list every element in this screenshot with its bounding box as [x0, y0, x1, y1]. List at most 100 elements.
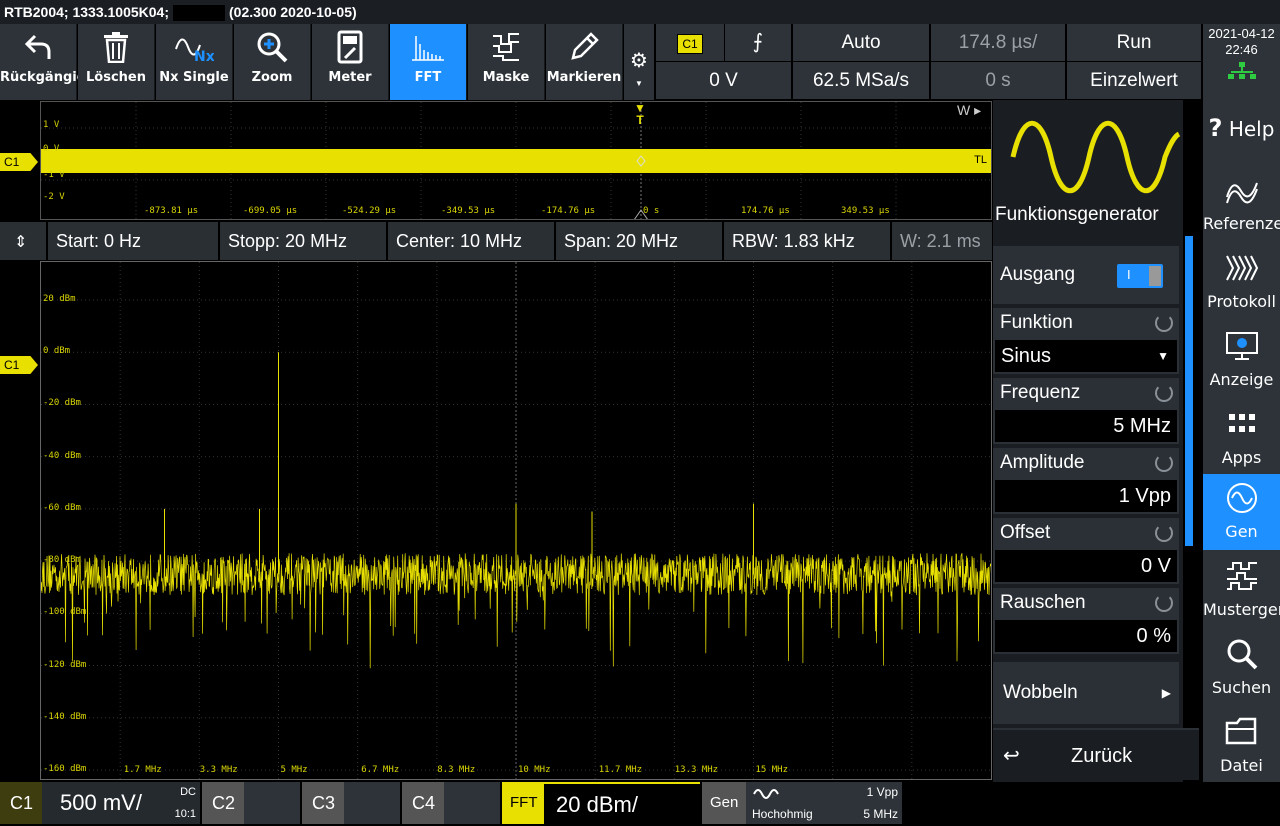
offset-field[interactable]: 0 V	[995, 550, 1177, 582]
delete-button[interactable]: Löschen	[78, 24, 155, 100]
output-toggle[interactable]: I	[1117, 264, 1163, 288]
fft-start[interactable]: Start: 0 Hz	[48, 222, 220, 260]
spectrum-ylabel: -120 dBm	[43, 659, 87, 670]
undo-icon	[24, 34, 51, 59]
fft-rbw[interactable]: RBW: 1.83 kHz	[724, 222, 892, 260]
help-button[interactable]: ? Help	[1203, 100, 1280, 166]
display-button[interactable]: Anzeige	[1203, 322, 1280, 400]
gen-label: Gen	[1225, 522, 1258, 541]
gen-button[interactable]: Gen	[1203, 474, 1280, 550]
noise-row[interactable]: Rauschen 0 %	[993, 588, 1179, 654]
apps-icon	[1228, 414, 1255, 432]
c1-scale[interactable]: 500 mV/ DC 10:1	[42, 782, 200, 824]
mask-button[interactable]: Maske	[468, 24, 545, 100]
amplitude-row[interactable]: Amplitude 1 Vpp	[993, 448, 1179, 514]
pattern-gen-label: Mustergen.	[1203, 600, 1280, 619]
wave-ylabel-m1v: -1 V	[43, 170, 65, 180]
clock-time: 22:46	[1225, 42, 1258, 57]
c2-scale[interactable]	[244, 782, 300, 824]
reset-icon[interactable]	[1155, 384, 1173, 402]
output-row[interactable]: Ausgang I	[993, 246, 1179, 304]
fft-stop[interactable]: Stopp: 20 MHz	[220, 222, 388, 260]
nx-single-button[interactable]: Nx Nx Single	[156, 24, 233, 100]
file-button[interactable]: Datei	[1203, 708, 1280, 786]
zoom-button[interactable]: Zoom	[234, 24, 311, 100]
horizontal-position[interactable]: 0 s	[931, 62, 1065, 99]
panel-scrollbar[interactable]	[1185, 236, 1193, 546]
fft-tab[interactable]: FFT	[502, 782, 544, 824]
c3-tab[interactable]: C3	[302, 782, 344, 824]
spectrum-xlabel: 5 MHz	[280, 765, 308, 775]
acq-mode-value: Einzelwert	[1090, 70, 1178, 91]
mark-button[interactable]: Markieren	[546, 24, 623, 100]
apps-button[interactable]: Apps	[1203, 400, 1280, 478]
function-select[interactable]: Sinus ▼	[995, 340, 1177, 372]
fft-button[interactable]: FFT	[390, 24, 467, 100]
gen-info[interactable]: Hochohmig 1 Vpp 5 MHz	[746, 782, 902, 824]
c2-tab[interactable]: C2	[202, 782, 244, 824]
reset-icon[interactable]	[1155, 594, 1173, 612]
meter-button[interactable]: Meter	[312, 24, 389, 100]
settings-button[interactable]: ⚙ ▼	[624, 24, 654, 100]
folder-icon	[1225, 717, 1256, 745]
c4-scale[interactable]	[444, 782, 500, 824]
offset-row[interactable]: Offset 0 V	[993, 518, 1179, 584]
gen-tab[interactable]: Gen	[702, 782, 746, 824]
pattern-gen-icon	[1226, 562, 1257, 590]
mask-icon	[493, 33, 519, 61]
wave-xlabel: -174.76 µs	[541, 206, 596, 216]
frequency-field[interactable]: 5 MHz	[995, 410, 1177, 442]
reset-icon[interactable]	[1155, 314, 1173, 332]
trigger-level[interactable]: 0 V	[656, 62, 791, 99]
search-button[interactable]: Suchen	[1203, 630, 1280, 708]
back-arrow-icon: ↩	[1003, 745, 1020, 767]
trigger-mode[interactable]: Auto	[793, 24, 929, 61]
timebase[interactable]: 174.8 µs/	[931, 24, 1065, 61]
trigger-level-value: 0 V	[709, 70, 738, 91]
c1-tab[interactable]: C1	[0, 782, 42, 824]
title-bar: RTB2004; 1333.1005K04; (02.300 2020-10-05…	[0, 0, 1280, 24]
spectrum-xlabel: 10 MHz	[518, 765, 551, 775]
wave-xlabel: -699.05 µs	[243, 206, 298, 216]
waveform-overview[interactable]: 1 V 0 V -1 V -2 V -873.81 µs -699.05 µs …	[40, 101, 992, 220]
waveform-ch-tag-text: C1	[4, 155, 20, 169]
noise-field[interactable]: 0 %	[995, 620, 1177, 652]
trigger-slope[interactable]: ⨍	[725, 24, 791, 61]
run-button[interactable]: Run	[1067, 24, 1201, 61]
mark-label: Markieren	[546, 70, 622, 85]
function-label: Funktion	[1000, 312, 1073, 333]
waveform-ch-tag[interactable]: C1	[0, 153, 38, 171]
amplitude-field[interactable]: 1 Vpp	[995, 480, 1177, 512]
sweep-button[interactable]: Wobbeln ▶	[993, 662, 1179, 724]
trigger-source[interactable]: C1	[656, 24, 724, 61]
spectrum-ch-tag-text: C1	[4, 358, 20, 372]
fft-span[interactable]: Span: 20 MHz	[556, 222, 724, 260]
spectrum-ylabel: -80 dBm	[43, 555, 81, 566]
fft-spectrum-plot[interactable]: 20 dBm 0 dBm -20 dBm -40 dBm -60 dBm -80 dBm -…	[40, 261, 992, 780]
protocol-button[interactable]: Protokoll	[1203, 244, 1280, 322]
references-button[interactable]: Referenzen	[1203, 166, 1280, 244]
frequency-row[interactable]: Frequenz 5 MHz	[993, 378, 1179, 444]
trigger-marker[interactable]: ▼ T	[633, 102, 647, 126]
spectrum-ch-tag[interactable]: C1	[0, 356, 38, 374]
c4-tab[interactable]: C4	[402, 782, 444, 824]
meter-icon	[337, 30, 363, 64]
fft-center[interactable]: Center: 10 MHz	[388, 222, 556, 260]
reset-icon[interactable]	[1155, 524, 1173, 542]
amplitude-label: Amplitude	[1000, 452, 1085, 473]
spectrum-ylabel: -100 dBm	[43, 607, 87, 618]
title-redaction	[173, 5, 225, 22]
fft-scale[interactable]: 20 dBm/	[544, 782, 700, 824]
reset-icon[interactable]	[1155, 454, 1173, 472]
search-icon	[1227, 639, 1257, 670]
c3-scale[interactable]	[344, 782, 400, 824]
back-button[interactable]: ↩ Zurück	[993, 728, 1199, 780]
undo-button[interactable]: Rückgängig	[0, 24, 86, 100]
waveform-grid	[41, 102, 991, 219]
function-row[interactable]: Funktion Sinus ▼	[993, 308, 1179, 374]
pattern-gen-button[interactable]: Mustergen.	[1203, 552, 1280, 630]
display-label: Anzeige	[1209, 370, 1274, 389]
dropdown-arrow-icon: ▼	[635, 79, 643, 88]
acquisition-mode[interactable]: Einzelwert	[1067, 62, 1201, 99]
expand-toggle[interactable]: ⇕	[0, 222, 48, 260]
